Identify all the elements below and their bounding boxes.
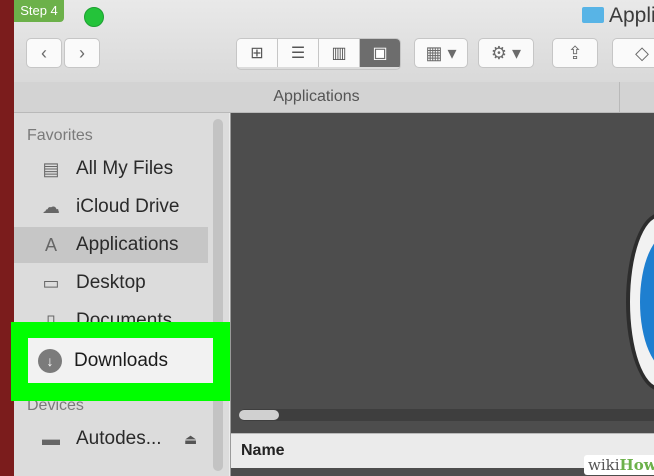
favorites-header: Favorites xyxy=(27,127,93,144)
sidebar-item-label: Downloads xyxy=(74,349,168,371)
view-mode-control: ⊞ ☰ ▥ ▣ xyxy=(236,38,401,70)
current-folder-title: Applications xyxy=(14,82,620,112)
column-view-button[interactable]: ▥ xyxy=(319,39,360,67)
action-gear-button[interactable]: ⚙ ▾ xyxy=(478,38,534,68)
wikihow-watermark: wikiHow xyxy=(584,455,654,475)
scroll-thumb[interactable] xyxy=(239,410,279,420)
coverflow-pane: Name xyxy=(230,113,654,476)
download-icon: ↓ xyxy=(38,348,62,373)
forward-button[interactable]: › xyxy=(64,38,100,68)
sidebar-item-device[interactable]: ▬ Autodes... ⏏ xyxy=(14,421,208,457)
sidebar-scrollbar[interactable] xyxy=(213,119,223,471)
sidebar-item-label: Autodes... xyxy=(76,428,162,449)
sidebar-item-label: iCloud Drive xyxy=(76,196,180,217)
finder-window: Applic ‹ › ⊞ ☰ ▥ ▣ ▦ ▾ ⚙ ▾ ⇪ ◇ Applicati… xyxy=(14,0,654,476)
watermark-suffix: How xyxy=(619,456,654,474)
arrange-button[interactable]: ▦ ▾ xyxy=(414,38,468,68)
folder-icon xyxy=(582,7,604,23)
sidebar-item-all-my-files[interactable]: ▤ All My Files xyxy=(14,151,208,187)
sidebar-item-icloud-drive[interactable]: ☁ iCloud Drive xyxy=(14,189,208,225)
sidebar: Favorites ▤ All My Files ☁ iCloud Drive … xyxy=(14,113,229,476)
app-icon-preview[interactable] xyxy=(626,213,654,391)
sidebar-item-label: All My Files xyxy=(76,158,174,179)
path-bar: Applications xyxy=(14,82,654,113)
coverflow-view-button[interactable]: ▣ xyxy=(360,39,400,67)
sidebar-item-desktop[interactable]: ▭ Desktop xyxy=(14,265,208,301)
watermark-prefix: wiki xyxy=(588,456,620,474)
desktop-icon: ▭ xyxy=(42,272,60,293)
toolbar: Applic ‹ › ⊞ ☰ ▥ ▣ ▦ ▾ ⚙ ▾ ⇪ ◇ xyxy=(14,0,654,83)
coverflow-scrollbar[interactable] xyxy=(239,409,654,421)
tags-button[interactable]: ◇ xyxy=(612,38,654,68)
window-title-text: Applic xyxy=(609,4,654,27)
zoom-button[interactable] xyxy=(84,7,104,27)
share-button[interactable]: ⇪ xyxy=(552,38,598,68)
back-button[interactable]: ‹ xyxy=(26,38,62,68)
sidebar-item-applications[interactable]: A Applications xyxy=(14,227,208,263)
sidebar-item-label: Applications xyxy=(76,234,179,255)
step-badge: Step 4 xyxy=(14,0,64,22)
list-view-button[interactable]: ☰ xyxy=(278,39,319,67)
app-icon-ring xyxy=(640,233,654,371)
eject-icon[interactable]: ⏏ xyxy=(184,431,197,448)
name-column-header[interactable]: Name xyxy=(241,442,285,460)
all-files-icon: ▤ xyxy=(42,158,60,179)
cloud-icon: ☁ xyxy=(42,196,60,217)
sidebar-item-label: Desktop xyxy=(76,272,146,293)
applications-icon: A xyxy=(44,234,57,255)
window-title: Applic xyxy=(582,4,654,28)
icon-view-button[interactable]: ⊞ xyxy=(237,39,278,67)
sidebar-item-downloads[interactable]: ↓ Downloads xyxy=(28,338,213,383)
disk-icon: ▬ xyxy=(42,428,60,449)
